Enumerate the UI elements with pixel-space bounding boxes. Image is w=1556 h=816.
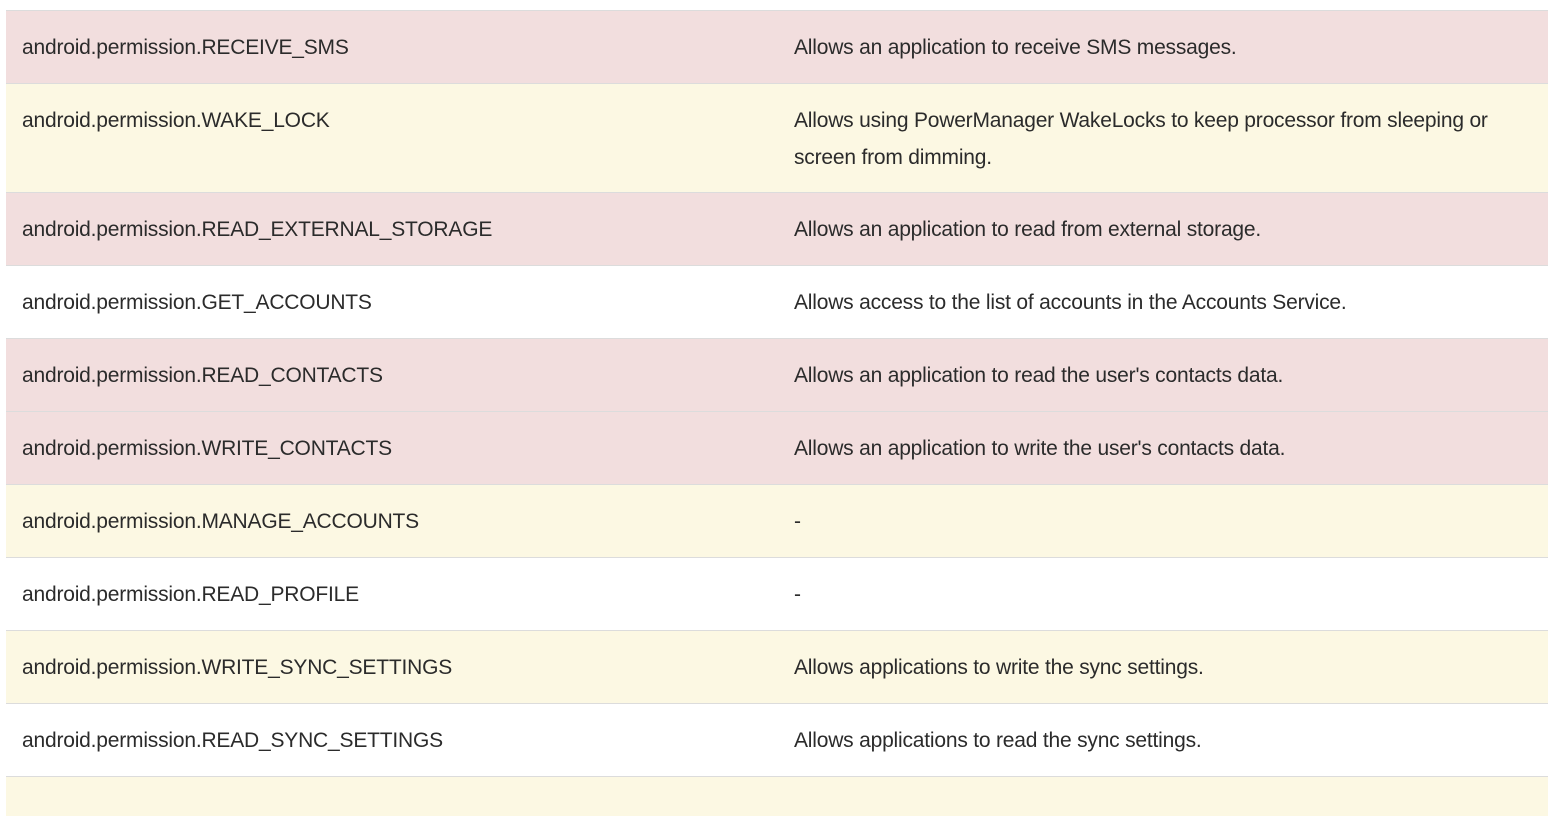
permission-name: android.permission.MANAGE_ACCOUNTS bbox=[22, 510, 419, 533]
permission-description: Allows using PowerManager WakeLocks to k… bbox=[794, 109, 1488, 169]
permission-name: android.permission.READ_EXTERNAL_STORAGE bbox=[22, 218, 493, 241]
permissions-table: android.permission.RECEIVE_SMS Allows an… bbox=[6, 10, 1548, 816]
permission-description: Allows an application to read the user's… bbox=[794, 364, 1284, 387]
permission-description: Allows applications to write the sync se… bbox=[794, 656, 1204, 679]
permission-name: android.permission.GET_ACCOUNTS bbox=[22, 291, 372, 314]
permission-description: Allows an application to receive SMS mes… bbox=[794, 36, 1237, 59]
table-row: android.permission.MANAGE_ACCOUNTS - bbox=[6, 484, 1548, 557]
table-row: android.permission.WRITE_SYNC_SETTINGS A… bbox=[6, 630, 1548, 703]
permission-description: Allows an application to write the user'… bbox=[794, 437, 1286, 460]
permission-name: android.permission.READ_CONTACTS bbox=[22, 364, 383, 387]
table-row: android.permission.WRITE_CONTACTS Allows… bbox=[6, 411, 1548, 484]
permission-description: Allows access to the list of accounts in… bbox=[794, 291, 1347, 314]
table-row: android.permission.READ_CONTACTS Allows … bbox=[6, 338, 1548, 411]
permission-name: android.permission.WAKE_LOCK bbox=[22, 109, 330, 132]
table-row: android.permission.READ_EXTERNAL_STORAGE… bbox=[6, 192, 1548, 265]
table-row bbox=[6, 776, 1548, 816]
permission-name: android.permission.READ_SYNC_SETTINGS bbox=[22, 729, 443, 752]
table-row: android.permission.RECEIVE_SMS Allows an… bbox=[6, 10, 1548, 83]
permission-name: android.permission.READ_PROFILE bbox=[22, 583, 359, 606]
table-row: android.permission.GET_ACCOUNTS Allows a… bbox=[6, 265, 1548, 338]
permission-description: - bbox=[794, 583, 801, 606]
permission-description: Allows an application to read from exter… bbox=[794, 218, 1262, 241]
permission-name: android.permission.WRITE_SYNC_SETTINGS bbox=[22, 656, 453, 679]
permission-description: Allows applications to read the sync set… bbox=[794, 729, 1202, 752]
table-row: android.permission.READ_PROFILE - bbox=[6, 557, 1548, 630]
table-row: android.permission.WAKE_LOCK Allows usin… bbox=[6, 83, 1548, 192]
table-row: android.permission.READ_SYNC_SETTINGS Al… bbox=[6, 703, 1548, 776]
permission-description: - bbox=[794, 510, 801, 533]
permission-name: android.permission.WRITE_CONTACTS bbox=[22, 437, 392, 460]
permission-name: android.permission.RECEIVE_SMS bbox=[22, 36, 349, 59]
